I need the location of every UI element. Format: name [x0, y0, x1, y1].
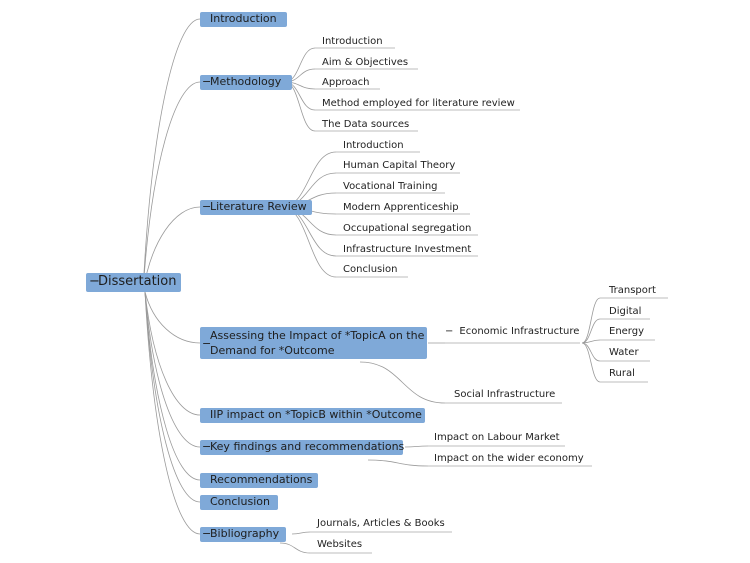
keyfindings-connector	[404, 445, 429, 448]
root-connector	[144, 291, 201, 344]
leaf-human-capital-theory[interactable]: Human Capital Theory	[343, 159, 455, 172]
keyfindings-connector	[367, 459, 429, 467]
literature-connector	[281, 151, 337, 208]
root-connector	[144, 291, 201, 481]
leaf-digital[interactable]: Digital	[609, 305, 641, 318]
economic-connector	[581, 342, 601, 383]
branch-iip-impact[interactable]: IIP impact on *TopicB within *Outcome	[200, 408, 425, 423]
leaf-impact-labour-market[interactable]: Impact on Labour Market	[434, 431, 560, 444]
leaf-social-infrastructure[interactable]: Social Infrastructure	[454, 388, 555, 401]
literature-connector	[281, 206, 337, 278]
leaf-economic-infrastructure[interactable]: − Economic Infrastructure	[445, 325, 579, 338]
leaf-rural[interactable]: Rural	[609, 367, 635, 380]
node-label: Recommendations	[210, 473, 313, 486]
bibliography-connector	[279, 542, 311, 554]
collapse-icon[interactable]: −	[202, 200, 211, 214]
branch-conclusion[interactable]: Conclusion	[200, 495, 278, 510]
branch-assessing-impact[interactable]: − Assessing the Impact of *TopicA on the…	[200, 327, 427, 359]
economic-connector	[581, 297, 601, 344]
leaf-approach[interactable]: Approach	[322, 76, 370, 89]
branch-introduction[interactable]: Introduction	[200, 12, 287, 27]
branch-bibliography[interactable]: − Bibliography	[200, 527, 286, 542]
economic-connector	[581, 318, 601, 344]
leaf-modern-apprenticeship[interactable]: Modern Apprenticeship	[343, 201, 459, 214]
collapse-icon[interactable]: −	[202, 75, 211, 89]
leaf-lit-conclusion[interactable]: Conclusion	[343, 263, 398, 276]
node-label: Introduction	[210, 12, 277, 25]
node-label: Economic Infrastructure	[459, 326, 580, 337]
leaf-data-sources[interactable]: The Data sources	[322, 118, 409, 131]
leaf-impact-wider-economy[interactable]: Impact on the wider economy	[434, 452, 584, 465]
leaf-infrastructure-investment[interactable]: Infrastructure Investment	[343, 243, 471, 256]
economic-connector	[581, 342, 601, 362]
collapse-icon[interactable]: −	[89, 273, 100, 291]
node-label: Assessing the Impact of *TopicA on the D…	[210, 329, 425, 357]
leaf-water[interactable]: Water	[609, 346, 639, 359]
collapse-icon[interactable]: −	[445, 326, 453, 337]
leaf-lit-introduction[interactable]: Introduction	[343, 139, 404, 152]
node-label: Literature Review	[210, 200, 307, 213]
assessing-connector	[359, 361, 446, 404]
collapse-icon[interactable]: −	[202, 440, 211, 454]
root-connector	[144, 291, 201, 503]
leaf-journals-articles-books[interactable]: Journals, Articles & Books	[317, 517, 445, 530]
branch-literature-review[interactable]: − Literature Review	[200, 200, 312, 215]
root-connector	[142, 18, 201, 293]
leaf-occupational-segregation[interactable]: Occupational segregation	[343, 222, 471, 235]
node-label: Bibliography	[210, 527, 280, 540]
root-connector	[142, 81, 201, 293]
node-label: Methodology	[210, 75, 282, 88]
branch-key-findings[interactable]: − Key findings and recommendations	[200, 440, 405, 455]
leaf-method-literature-review[interactable]: Method employed for literature review	[322, 97, 515, 110]
leaf-vocational-training[interactable]: Vocational Training	[343, 180, 438, 193]
bibliography-connector	[291, 531, 311, 535]
collapse-icon[interactable]: −	[202, 336, 211, 351]
leaf-aim-objectives[interactable]: Aim & Objectives	[322, 56, 408, 69]
branch-recommendations[interactable]: Recommendations	[200, 473, 318, 488]
branch-methodology[interactable]: − Methodology	[200, 75, 292, 90]
leaf-websites[interactable]: Websites	[317, 538, 362, 551]
node-label: Conclusion	[210, 495, 270, 508]
collapse-icon[interactable]: −	[202, 527, 211, 541]
node-label: IIP impact on *TopicB within *Outcome	[210, 408, 422, 421]
leaf-transport[interactable]: Transport	[609, 284, 656, 297]
leaf-methodology-introduction[interactable]: Introduction	[322, 35, 383, 48]
node-label: Key findings and recommendations	[210, 440, 405, 453]
leaf-energy[interactable]: Energy	[609, 325, 644, 338]
root-node-dissertation[interactable]: − Dissertation	[86, 273, 181, 292]
node-label: Dissertation	[98, 274, 177, 289]
